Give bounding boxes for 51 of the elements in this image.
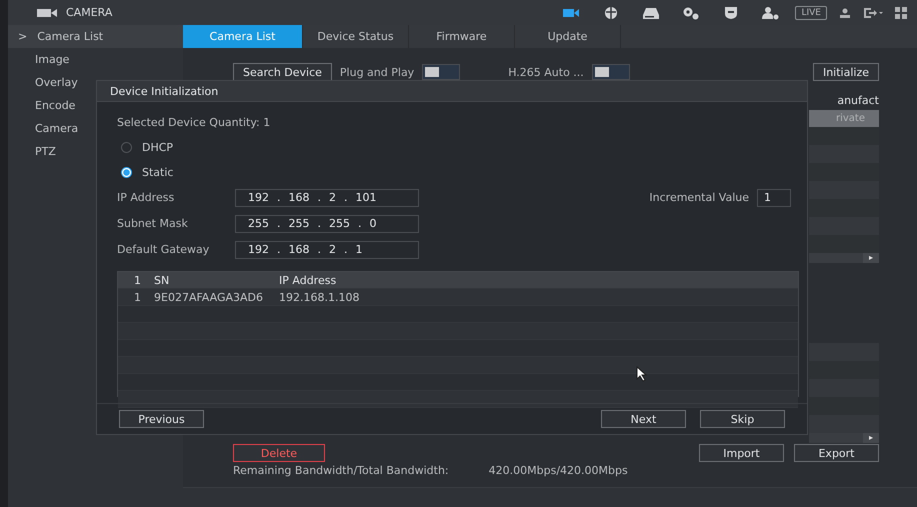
tab[interactable]: Firmware <box>409 25 515 48</box>
user-gear-icon[interactable] <box>762 6 780 20</box>
toggle-switch[interactable] <box>592 64 630 80</box>
logout-icon <box>863 6 883 18</box>
field-label: IP Address <box>117 191 176 204</box>
skip-button[interactable]: Skip <box>700 410 785 428</box>
toggle-label: H.265 Auto ... <box>508 66 584 78</box>
page-title: CAMERA <box>66 6 112 19</box>
sidebar-item[interactable]: Image <box>8 48 183 71</box>
column-header: 1 <box>133 274 142 286</box>
hard-drive-icon[interactable] <box>642 6 660 20</box>
table-cell-text: 192.168.1.108 <box>279 290 360 304</box>
grid-icon <box>895 6 907 18</box>
tab[interactable]: Device Status <box>303 25 409 48</box>
ip-input-field[interactable]: 192 . 168 . 2 . 1 <box>235 240 419 258</box>
shield-icon[interactable] <box>722 6 740 20</box>
next-button[interactable]: Next <box>601 410 686 428</box>
search-device-button[interactable]: Search Device <box>233 63 332 81</box>
table-cell-text: 9E027AFAAGA3AD6 <box>154 290 264 304</box>
export-button[interactable]: Export <box>794 444 879 462</box>
quantity-label: Selected Device Quantity: 1 <box>117 114 272 130</box>
initialize-button[interactable]: Initialize <box>812 63 879 81</box>
globe-icon[interactable] <box>602 6 620 20</box>
mouse-cursor-icon <box>636 366 648 382</box>
user-icon <box>839 6 851 18</box>
import-button[interactable]: Import <box>699 444 784 462</box>
bandwidth-value: 420.00Mbps/420.00Mbps <box>488 464 628 477</box>
column-header: SN <box>154 274 170 286</box>
delete-button[interactable]: Delete <box>233 444 325 462</box>
column-header: IP Address <box>279 274 338 286</box>
live-button[interactable]: LIVE <box>795 6 827 20</box>
sidebar-item[interactable]: > Camera List <box>8 25 183 48</box>
gears-icon[interactable] <box>682 6 700 20</box>
incremental-input-field[interactable]: 1 <box>757 188 791 206</box>
ip-input-field[interactable]: 192 . 168 . 2 . 101 <box>235 188 419 206</box>
field-label: Subnet Mask <box>117 217 189 230</box>
column-header: anufact <box>836 92 879 108</box>
toggle-label: Plug and Play <box>340 66 414 78</box>
table-cell: rivate <box>809 110 879 127</box>
previous-button[interactable]: Previous <box>119 410 204 428</box>
tab[interactable]: Update <box>515 25 621 48</box>
field-label: Default Gateway <box>117 243 210 256</box>
chevron-icon: > <box>18 30 28 43</box>
ip-input-field[interactable]: 255 . 255 . 255 . 0 <box>235 214 419 232</box>
table-cell-text: 1 <box>133 290 142 304</box>
toggle-switch[interactable] <box>422 64 460 80</box>
dialog-title: Device Initialization <box>97 81 807 102</box>
radio-option[interactable]: Static <box>117 162 799 182</box>
bandwidth-label: Remaining Bandwidth/Total Bandwidth: <box>233 464 449 477</box>
incremental-label: Incremental Value <box>649 191 749 204</box>
radio-option[interactable]: DHCP <box>117 137 799 157</box>
